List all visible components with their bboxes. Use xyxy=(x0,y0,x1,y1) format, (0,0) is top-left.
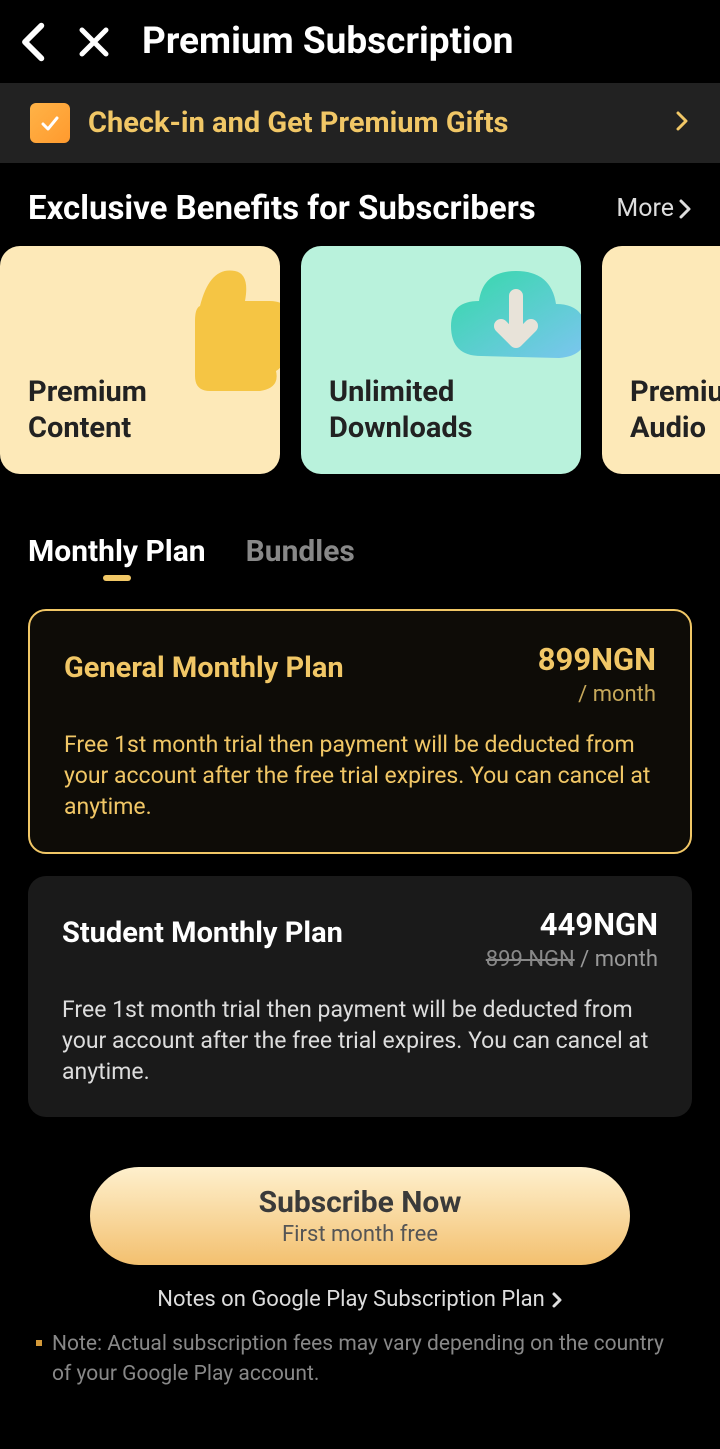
benefits-title: Exclusive Benefits for Subscribers xyxy=(28,189,536,228)
tab-bundles[interactable]: Bundles xyxy=(246,534,355,569)
tab-monthly-plan[interactable]: Monthly Plan xyxy=(28,534,206,569)
plan-student[interactable]: Student Monthly Plan 449NGN 899 NGN / mo… xyxy=(28,876,692,1117)
benefit-card-unlimited-downloads[interactable]: Unlimited Downloads xyxy=(301,246,581,474)
plan-description: Free 1st month trial then payment will b… xyxy=(62,994,658,1087)
plan-general[interactable]: General Monthly Plan 899NGN / month Free… xyxy=(28,609,692,854)
plan-period: 899 NGN / month xyxy=(486,947,658,972)
notes-label: Notes on Google Play Subscription Plan xyxy=(157,1287,545,1312)
plan-period: / month xyxy=(538,682,656,707)
plan-name: Student Monthly Plan xyxy=(62,916,343,950)
bullet-icon xyxy=(36,1340,42,1346)
checkin-banner[interactable]: Check-in and Get Premium Gifts xyxy=(0,83,720,163)
subscribe-button[interactable]: Subscribe Now First month free xyxy=(90,1167,630,1265)
plan-name: General Monthly Plan xyxy=(64,651,344,685)
plan-price: 449NGN xyxy=(486,906,658,943)
footnote: Note: Actual subscription fees may vary … xyxy=(0,1312,720,1389)
chevron-right-icon xyxy=(674,109,690,137)
more-link[interactable]: More xyxy=(616,194,692,223)
more-label: More xyxy=(616,194,674,223)
close-icon[interactable] xyxy=(76,24,112,60)
plan-price: 899NGN xyxy=(538,641,656,678)
subscribe-subtitle: First month free xyxy=(110,1222,610,1247)
benefit-cards[interactable]: Premium Content Unlimited Downloads Prem… xyxy=(0,246,720,474)
benefit-card-premium-content[interactable]: Premium Content xyxy=(0,246,280,474)
card-label: Unlimited Downloads xyxy=(329,374,553,447)
plan-description: Free 1st month trial then payment will b… xyxy=(64,729,656,822)
benefit-card-premium-audio[interactable]: Premium Audio xyxy=(602,246,720,474)
back-icon[interactable] xyxy=(18,21,46,63)
chevron-right-icon xyxy=(551,1291,563,1309)
card-label: Premium Content xyxy=(28,374,252,447)
card-label: Premium Audio xyxy=(630,374,720,447)
old-price: 899 NGN xyxy=(486,947,575,972)
notes-link[interactable]: Notes on Google Play Subscription Plan xyxy=(0,1287,720,1312)
calendar-check-icon xyxy=(30,103,70,143)
page-title: Premium Subscription xyxy=(142,20,514,63)
footnote-text: Note: Actual subscription fees may vary … xyxy=(52,1330,684,1389)
subscribe-title: Subscribe Now xyxy=(110,1185,610,1220)
banner-text: Check-in and Get Premium Gifts xyxy=(88,106,656,140)
